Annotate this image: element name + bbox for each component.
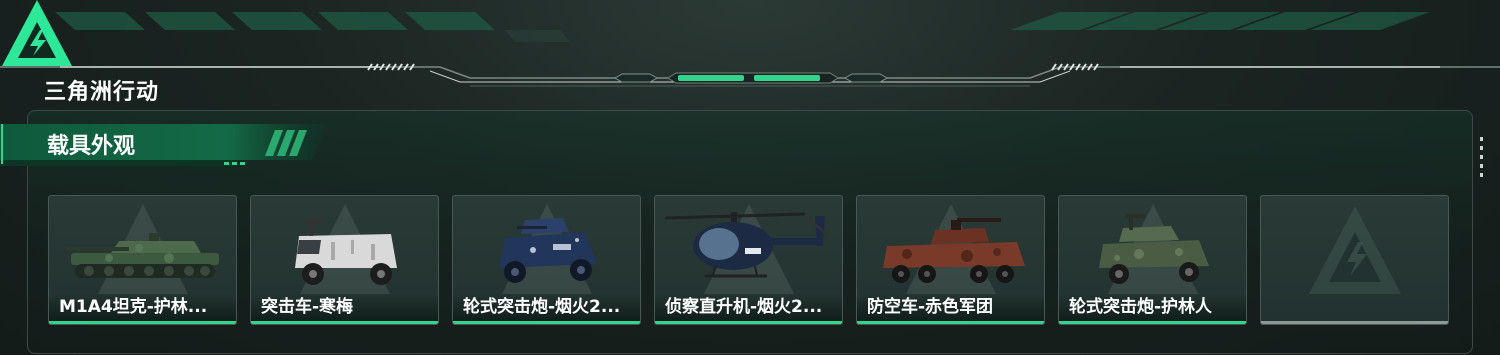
vehicle-name: 侦察直升机-烟火2... xyxy=(655,294,842,324)
header-bar: 三角洲行动 xyxy=(0,0,1500,105)
helicopter-icon xyxy=(664,212,834,278)
vehicle-card[interactable]: M1A4坦克-护林... xyxy=(48,195,237,325)
vehicle-name: 突击车-寒梅 xyxy=(251,294,438,324)
vehicle-card[interactable]: 侦察直升机-烟火2... xyxy=(654,195,843,325)
vehicle-card[interactable]: 轮式突击炮-烟火2... xyxy=(452,195,641,325)
vehicle-name xyxy=(1261,294,1448,324)
armored-car-icon xyxy=(499,218,597,283)
vehicle-card[interactable]: 轮式突击炮-护林人 xyxy=(1058,195,1247,325)
vehicle-name: 轮式突击炮-护林人 xyxy=(1059,294,1246,324)
empty-vehicle-slot[interactable] xyxy=(1260,195,1449,325)
armored-car-icon xyxy=(1099,214,1209,284)
game-title: 三角洲行动 xyxy=(44,80,160,105)
vehicle-name: 防空车-赤色军团 xyxy=(857,294,1044,324)
armored-truck-icon xyxy=(295,218,397,285)
section-title: 载具外观 xyxy=(47,134,136,159)
vehicle-name: 轮式突击炮-烟火2... xyxy=(453,294,640,324)
panel-scroll-indicator xyxy=(1480,137,1486,181)
vehicle-card[interactable]: 突击车-寒梅 xyxy=(250,195,439,325)
apc-icon xyxy=(883,218,1025,283)
header-decoration xyxy=(0,12,1500,87)
vehicle-name: M1A4坦克-护林... xyxy=(49,294,236,324)
vehicle-card[interactable]: 防空车-赤色军团 xyxy=(856,195,1045,325)
tank-icon xyxy=(67,233,219,278)
